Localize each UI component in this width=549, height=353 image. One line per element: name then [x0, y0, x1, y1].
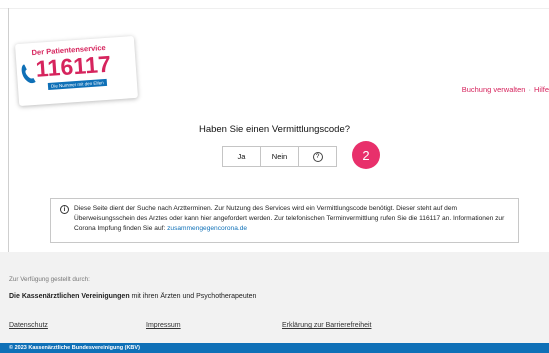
accessibility-link[interactable]: Erklärung zur Barrierefreiheit	[282, 322, 371, 329]
main-area: Der Patientenservice 116117 Die Nummer m…	[0, 0, 549, 252]
link-separator: ·	[528, 85, 531, 94]
info-body: Diese Seite dient der Suche nach Arztter…	[74, 205, 505, 232]
yes-button[interactable]: Ja	[222, 146, 261, 167]
manage-booking-link[interactable]: Buchung verwalten	[462, 85, 526, 94]
code-question: Haben Sie einen Vermittlungscode?	[198, 124, 351, 135]
provided-by-label: Zur Verfügung gestellt durch:	[9, 276, 90, 283]
logo-number: 116117	[34, 50, 112, 82]
info-text: Diese Seite dient der Suche nach Arztter…	[74, 204, 514, 234]
imprint-link[interactable]: Impressum	[146, 322, 181, 329]
provider-org-rest: mit ihren Ärzten und Psychotherapeuten	[131, 293, 257, 300]
provider-org-name: Die Kassenärztlichen Vereinigungen	[9, 293, 130, 300]
corona-info-link[interactable]: zusammengegencorona.de	[167, 225, 247, 232]
privacy-link[interactable]: Datenschutz	[9, 322, 48, 329]
help-link[interactable]: Hilfe	[534, 85, 549, 94]
step-badge: 2	[352, 141, 380, 169]
help-button[interactable]: ?	[298, 146, 337, 167]
info-icon: i	[60, 205, 69, 214]
info-box: i Diese Seite dient der Suche nach Arztt…	[50, 198, 519, 243]
footer: Zur Verfügung gestellt durch: Die Kassen…	[0, 252, 549, 343]
question-icon: ?	[312, 151, 323, 162]
no-button[interactable]: Nein	[260, 146, 299, 167]
code-answer-group: Ja Nein ?	[222, 146, 337, 167]
logo-116117[interactable]: Der Patientenservice 116117 Die Nummer m…	[14, 35, 139, 107]
header-links: Buchung verwalten · Hilfe	[462, 85, 549, 94]
provider-org: Die Kassenärztlichen Vereinigungen mit i…	[9, 293, 256, 300]
top-divider	[0, 8, 549, 9]
copyright-bar: © 2023 Kassenärztliche Bundesvereinigung…	[0, 343, 549, 353]
